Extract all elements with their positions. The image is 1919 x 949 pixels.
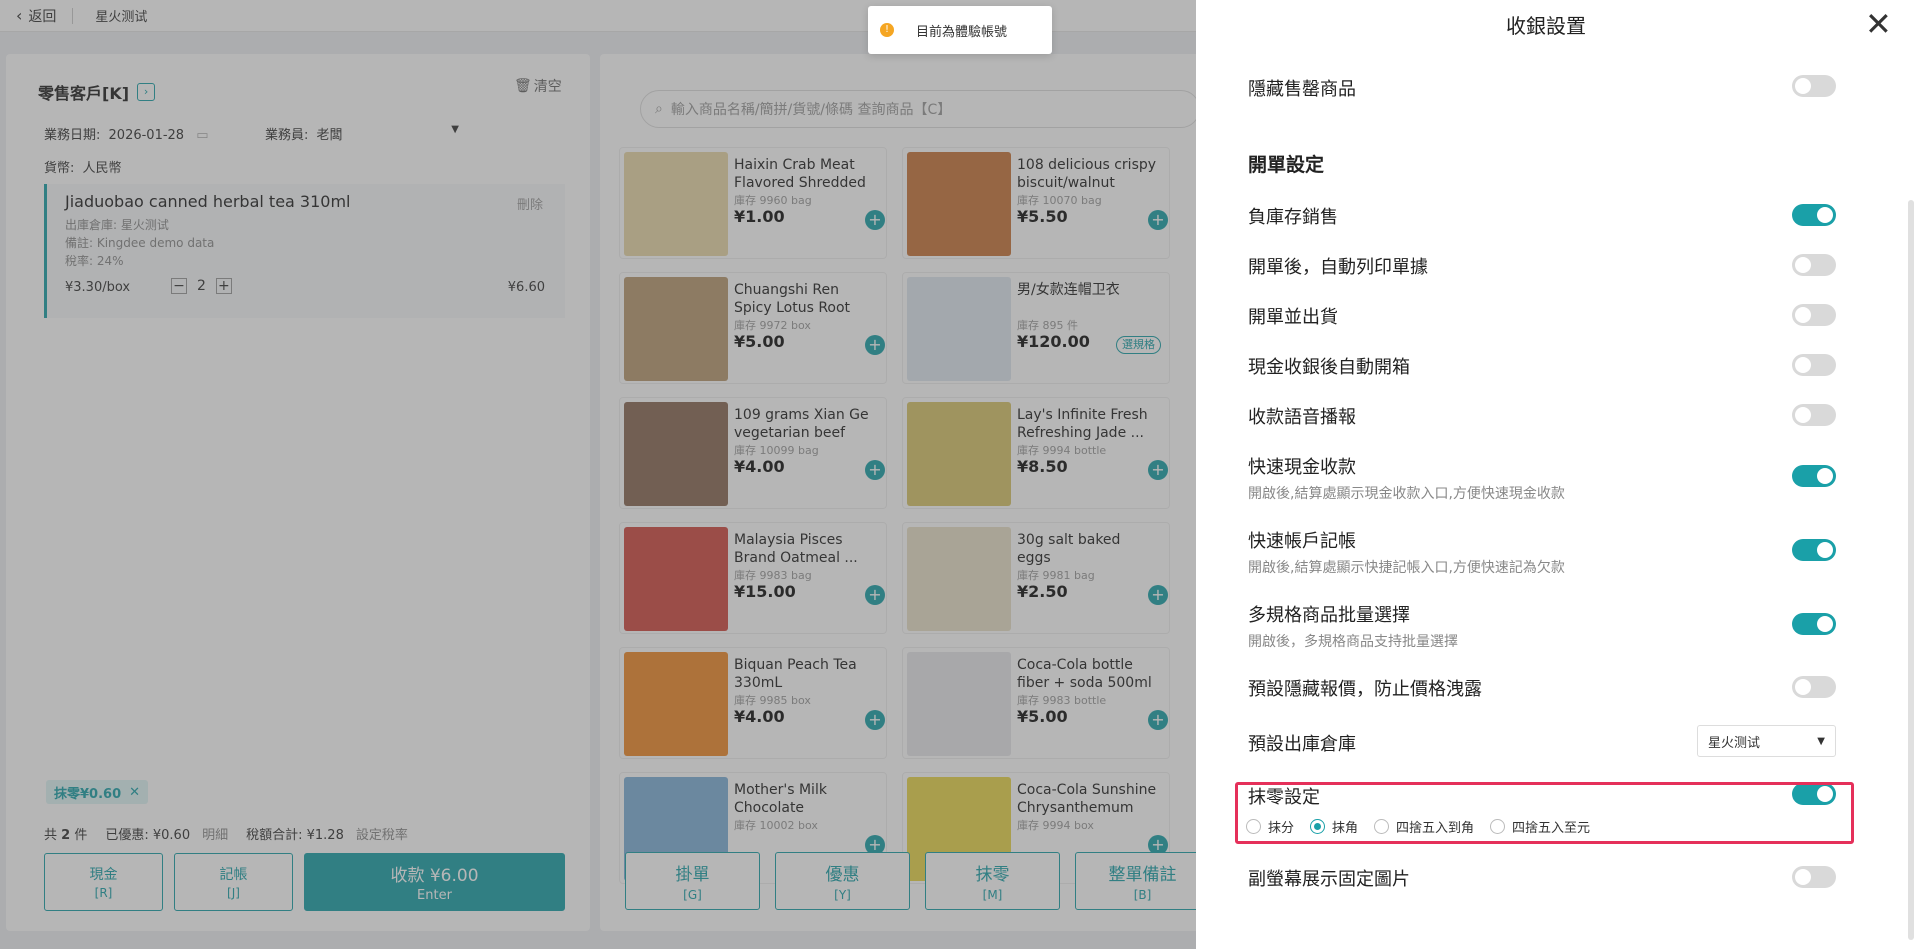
toggle-switch[interactable] — [1792, 404, 1836, 426]
setting-hide-sold-out: 隱藏售罄商品 — [1248, 79, 1356, 100]
highlight-box — [1235, 782, 1854, 844]
setting-row: 預設隱藏報價，防止價格洩露 — [1248, 679, 1482, 700]
setting-second-screen: 副螢幕展示固定圖片 — [1248, 869, 1410, 890]
setting-row: 現金收銀後自動開箱 — [1248, 357, 1410, 378]
toggle-switch[interactable] — [1792, 254, 1836, 276]
modal-overlay[interactable] — [0, 0, 1196, 949]
setting-row: 收款語音播報 — [1248, 407, 1356, 428]
toggle-switch[interactable] — [1792, 613, 1836, 635]
setting-row: 開單後，自動列印單據 — [1248, 257, 1428, 278]
setting-row: 快速現金收款 開啟後,結算處顯示現金收款入口,方便快速現金收款 — [1248, 457, 1565, 502]
toggle-switch[interactable] — [1792, 304, 1836, 326]
toggle-hide-sold-out[interactable] — [1792, 75, 1836, 97]
warehouse-select[interactable]: 星火测试 ▼ — [1697, 725, 1836, 757]
scrollbar[interactable] — [1908, 200, 1914, 940]
setting-description: 開啟後,結算處顯示現金收款入口,方便快速現金收款 — [1248, 486, 1565, 502]
setting-description: 開啟後,結算處顯示快捷記帳入口,方便快速記為欠款 — [1248, 560, 1565, 576]
settings-drawer: 收銀設置 ✕ 隱藏售罄商品 開單設定 負庫存銷售開單後，自動列印單據 開單並出貨現… — [1196, 0, 1919, 949]
toast: ! 目前為體驗帳號 — [868, 6, 1052, 54]
setting-description: 開啟後，多規格商品支持批量選擇 — [1248, 634, 1458, 650]
setting-row: 快速帳戶記帳 開啟後,結算處顯示快捷記帳入口,方便快速記為欠款 — [1248, 531, 1565, 576]
setting-row: 開單並出貨 — [1248, 307, 1338, 328]
toggle-switch[interactable] — [1792, 354, 1836, 376]
close-icon[interactable]: ✕ — [1865, 5, 1892, 43]
info-icon: ! — [880, 23, 894, 37]
section-title: 開單設定 — [1248, 154, 1325, 176]
toggle-switch[interactable] — [1792, 204, 1836, 226]
toggle-switch[interactable] — [1792, 465, 1836, 487]
setting-row: 多規格商品批量選擇 開啟後，多規格商品支持批量選擇 — [1248, 605, 1458, 650]
drawer-title: 收銀設置 — [1506, 14, 1586, 38]
caret-down-icon: ▼ — [1817, 735, 1825, 747]
toggle-switch[interactable] — [1792, 676, 1836, 698]
toggle-second-screen[interactable] — [1792, 866, 1836, 888]
toggle-switch[interactable] — [1792, 539, 1836, 561]
setting-row: 負庫存銷售 — [1248, 207, 1338, 228]
setting-default-warehouse: 預設出庫倉庫 — [1248, 734, 1356, 755]
